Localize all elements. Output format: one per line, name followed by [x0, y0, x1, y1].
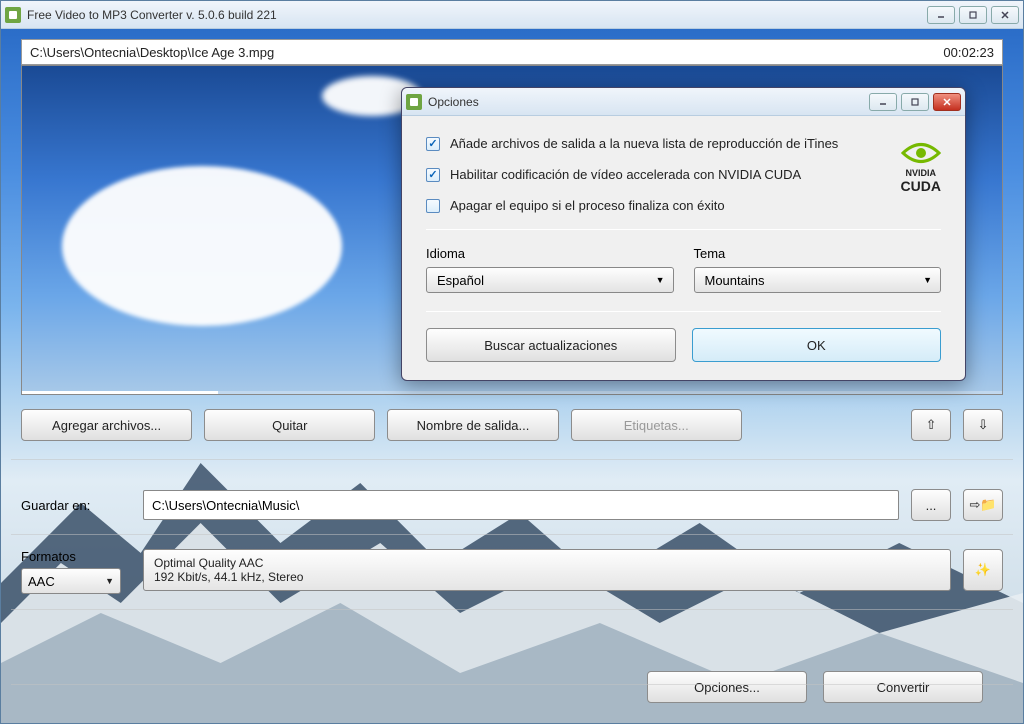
- move-down-button[interactable]: ⇩: [963, 409, 1003, 441]
- language-value: Español: [437, 273, 484, 288]
- browse-button[interactable]: ...: [911, 489, 951, 521]
- preview-progress[interactable]: [22, 391, 1002, 394]
- chevron-down-icon: ▼: [656, 275, 665, 285]
- wand-icon: ✨: [975, 562, 991, 578]
- file-toolbar: Agregar archivos... Quitar Nombre de sal…: [21, 409, 1003, 441]
- client-area: C:\Users\Ontecnia\Desktop\Ice Age 3.mpg …: [1, 29, 1023, 723]
- option-shutdown-row[interactable]: Apagar el equipo si el proceso finaliza …: [426, 198, 941, 213]
- option-cuda-row[interactable]: Habilitar codificación de vídeo accelera…: [426, 167, 941, 182]
- dialog-close-button[interactable]: [933, 93, 961, 111]
- folder-open-icon: ⇨📁: [969, 497, 996, 513]
- tags-button[interactable]: Etiquetas...: [571, 409, 742, 441]
- bottom-buttons: Opciones... Convertir: [647, 671, 983, 703]
- file-path: C:\Users\Ontecnia\Desktop\Ice Age 3.mpg: [30, 45, 943, 60]
- ellipsis-icon: ...: [926, 498, 937, 513]
- cuda-brand: CUDA: [901, 178, 941, 194]
- ok-button[interactable]: OK: [692, 328, 942, 362]
- main-window: Free Video to MP3 Converter v. 5.0.6 bui…: [0, 0, 1024, 724]
- move-up-button[interactable]: ⇧: [911, 409, 951, 441]
- option-itunes-label: Añade archivos de salida a la nueva list…: [450, 136, 838, 151]
- cuda-logo: NVIDIA CUDA: [901, 140, 941, 194]
- option-cuda-label: Habilitar codificación de vídeo accelera…: [450, 167, 801, 182]
- app-icon: [5, 7, 21, 23]
- quality-line1: Optimal Quality AAC: [154, 556, 940, 570]
- dialog-app-icon: [406, 94, 422, 110]
- chevron-down-icon: ▼: [923, 275, 932, 285]
- format-row: Formatos AAC ▼ Optimal Quality AAC 192 K…: [21, 549, 1003, 594]
- formats-label: Formatos: [21, 549, 131, 564]
- maximize-button[interactable]: [959, 6, 987, 24]
- checkbox-cuda[interactable]: [426, 168, 440, 182]
- convert-button[interactable]: Convertir: [823, 671, 983, 703]
- option-shutdown-label: Apagar el equipo si el proceso finaliza …: [450, 198, 725, 213]
- dialog-title: Opciones: [428, 95, 869, 109]
- minimize-button[interactable]: [927, 6, 955, 24]
- window-title: Free Video to MP3 Converter v. 5.0.6 bui…: [27, 8, 927, 22]
- checkbox-itunes[interactable]: [426, 137, 440, 151]
- dialog-minimize-button[interactable]: [869, 93, 897, 111]
- save-path-input[interactable]: C:\Users\Ontecnia\Music\: [143, 490, 899, 520]
- options-button[interactable]: Opciones...: [647, 671, 807, 703]
- format-select[interactable]: AAC ▼: [21, 568, 121, 594]
- save-label: Guardar en:: [21, 498, 131, 513]
- theme-value: Mountains: [705, 273, 765, 288]
- option-itunes-row[interactable]: Añade archivos de salida a la nueva list…: [426, 136, 941, 151]
- add-files-button[interactable]: Agregar archivos...: [21, 409, 192, 441]
- language-select[interactable]: Español ▼: [426, 267, 674, 293]
- file-duration: 00:02:23: [943, 45, 994, 60]
- arrow-down-icon: ⇩: [978, 417, 989, 433]
- output-name-button[interactable]: Nombre de salida...: [387, 409, 558, 441]
- main-titlebar[interactable]: Free Video to MP3 Converter v. 5.0.6 bui…: [1, 1, 1023, 29]
- close-button[interactable]: [991, 6, 1019, 24]
- format-value: AAC: [28, 574, 55, 589]
- dialog-titlebar[interactable]: Opciones: [402, 88, 965, 116]
- quality-line2: 192 Kbit/s, 44.1 kHz, Stereo: [154, 570, 940, 584]
- advanced-settings-button[interactable]: ✨: [963, 549, 1003, 591]
- open-folder-button[interactable]: ⇨📁: [963, 489, 1003, 521]
- check-updates-button[interactable]: Buscar actualizaciones: [426, 328, 676, 362]
- dialog-maximize-button[interactable]: [901, 93, 929, 111]
- arrow-up-icon: ⇧: [926, 417, 937, 433]
- theme-select[interactable]: Mountains ▼: [694, 267, 942, 293]
- chevron-down-icon: ▼: [105, 576, 114, 586]
- cuda-vendor: NVIDIA: [901, 168, 941, 178]
- remove-button[interactable]: Quitar: [204, 409, 375, 441]
- language-label: Idioma: [426, 246, 674, 261]
- checkbox-shutdown[interactable]: [426, 199, 440, 213]
- theme-label: Tema: [694, 246, 942, 261]
- save-row: Guardar en: C:\Users\Ontecnia\Music\ ...…: [21, 489, 1003, 521]
- quality-select[interactable]: Optimal Quality AAC 192 Kbit/s, 44.1 kHz…: [143, 549, 951, 591]
- file-info-strip: C:\Users\Ontecnia\Desktop\Ice Age 3.mpg …: [21, 39, 1003, 65]
- options-dialog: Opciones NVIDIA CUDA Añade arch: [401, 87, 966, 381]
